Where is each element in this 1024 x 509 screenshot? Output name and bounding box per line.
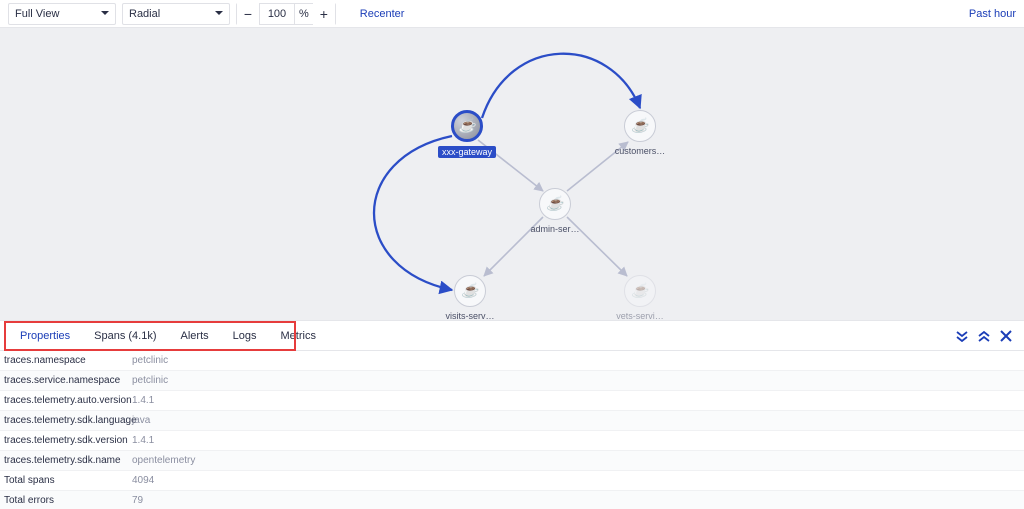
tab-logs[interactable]: Logs [221,321,269,351]
graph-node-label: admin-ser… [530,224,579,234]
java-icon: ☕ [539,188,571,220]
view-mode-label: Full View [15,8,59,20]
prop-key: traces.telemetry.sdk.version [4,431,132,450]
prop-val: 79 [132,491,143,509]
prop-val: opentelemetry [132,451,195,470]
prop-key: traces.telemetry.auto.version [4,391,132,410]
prop-val: java [132,411,150,430]
prop-key: Total errors [4,491,132,509]
collapse-up-icon[interactable] [978,330,990,342]
tab-alerts[interactable]: Alerts [169,321,221,351]
tab-spans[interactable]: Spans (4.1k) [82,321,168,351]
time-range-picker[interactable]: Past hour [969,8,1016,20]
detail-panel: Properties Spans (4.1k) Alerts Logs Metr… [0,320,1024,509]
table-row: Total errors 79 [0,491,1024,509]
graph-node-customers[interactable]: ☕ customers… [610,110,670,156]
prop-key: traces.service.namespace [4,371,132,390]
prop-key: traces.telemetry.sdk.language [4,411,132,430]
graph-node-label: xxx-gateway [438,146,496,158]
graph-node-admin[interactable]: ☕ admin-ser… [525,188,585,234]
graph-node-gateway[interactable]: ☕ xxx-gateway [437,110,497,158]
java-icon: ☕ [624,110,656,142]
expand-down-icon[interactable] [956,330,968,342]
graph-node-vets[interactable]: ☕ vets-servi… [610,275,670,321]
prop-key: traces.namespace [4,351,132,370]
chevron-down-icon [215,11,223,19]
tab-properties[interactable]: Properties [8,321,82,351]
zoom-unit: % [295,8,313,20]
tab-metrics[interactable]: Metrics [269,321,328,351]
table-row: traces.telemetry.sdk.version 1.4.1 [0,431,1024,451]
prop-val: 1.4.1 [132,391,154,410]
detail-actions [956,330,1016,342]
graph-node-label: customers… [615,146,666,156]
zoom-out-button[interactable]: − [237,3,259,25]
graph-edges [0,28,1024,320]
layout-mode-label: Radial [129,8,160,20]
view-mode-dropdown[interactable]: Full View [8,3,116,25]
prop-val: petclinic [132,351,168,370]
table-row: traces.telemetry.sdk.language java [0,411,1024,431]
prop-val: 4094 [132,471,154,490]
layout-mode-dropdown[interactable]: Radial [122,3,230,25]
table-row: traces.namespace petclinic [0,351,1024,371]
time-range-label: Past hour [969,8,1016,20]
prop-key: traces.telemetry.sdk.name [4,451,132,470]
chevron-down-icon [101,11,109,19]
table-row: traces.service.namespace petclinic [0,371,1024,391]
detail-tabbar: Properties Spans (4.1k) Alerts Logs Metr… [0,321,1024,351]
prop-val: 1.4.1 [132,431,154,450]
java-icon: ☕ [454,275,486,307]
java-icon: ☕ [624,275,656,307]
table-row: traces.telemetry.auto.version 1.4.1 [0,391,1024,411]
prop-val: petclinic [132,371,168,390]
recenter-button[interactable]: Recenter [350,3,415,25]
zoom-value[interactable]: 100 [259,3,295,25]
toolbar: Full View Radial − 100 % + Recenter Past… [0,0,1024,28]
zoom-in-button[interactable]: + [313,3,335,25]
graph-canvas[interactable]: ☕ xxx-gateway ☕ customers… ☕ admin-ser… … [0,28,1024,320]
graph-node-visits[interactable]: ☕ visits-serv… [440,275,500,321]
table-row: Total spans 4094 [0,471,1024,491]
java-icon: ☕ [451,110,483,142]
properties-table: traces.namespace petclinic traces.servic… [0,351,1024,509]
table-row: traces.telemetry.sdk.name opentelemetry [0,451,1024,471]
close-icon[interactable] [1000,330,1012,342]
prop-key: Total spans [4,471,132,490]
zoom-group: − 100 % + [236,3,336,25]
